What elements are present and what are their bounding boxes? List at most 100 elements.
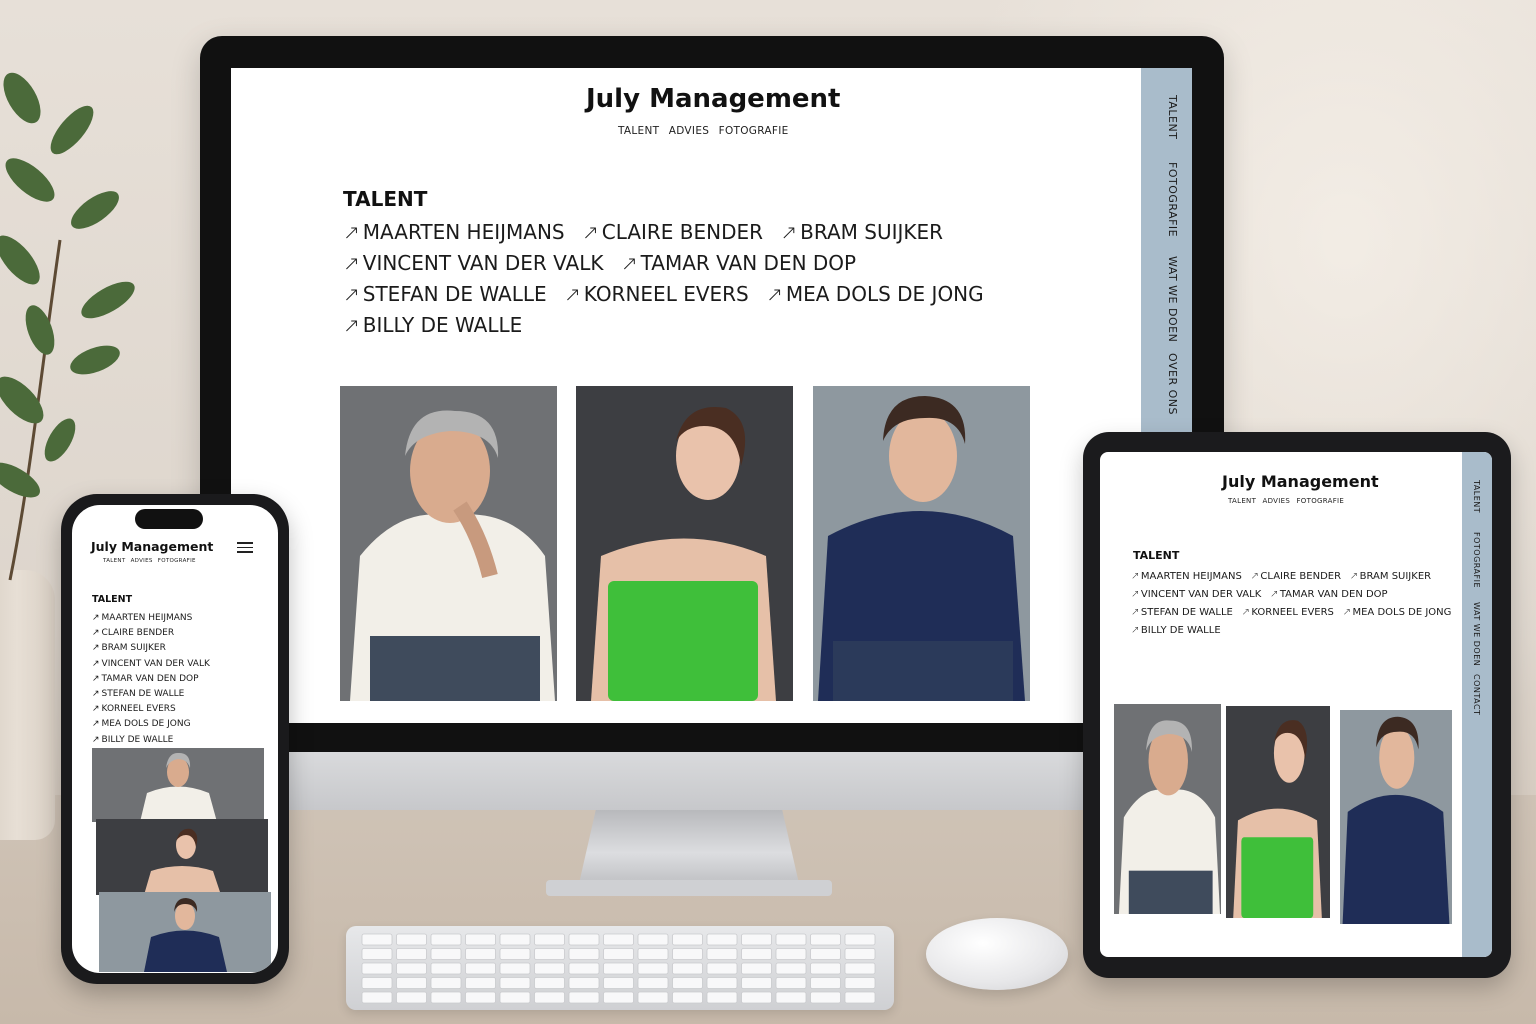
talent-list: ↗ MAARTEN HEIJMANS ↗ CLAIRE BENDER ↗ BRAM S… [92, 611, 210, 748]
talent-photo-claire[interactable] [1226, 706, 1330, 918]
keyboard-key [844, 933, 876, 946]
talent-photo-bram[interactable] [813, 386, 1030, 701]
subnav-advies[interactable]: ADVIES [1263, 497, 1291, 505]
talent-link[interactable]: ↗ MEA DOLS DE JONG [92, 717, 210, 732]
vnav-over-ons[interactable]: OVER ONS [1166, 353, 1179, 415]
talent-link[interactable]: ↗ TAMAR VAN DEN DOP [1270, 586, 1388, 604]
keyboard-key [637, 933, 669, 946]
talent-link[interactable]: ↗ CLAIRE BENDER [582, 217, 763, 248]
site-title[interactable]: July Management [91, 539, 213, 554]
subnav-fotografie[interactable]: FOTOGRAFIE [719, 125, 789, 137]
keyboard-key [672, 933, 703, 946]
talent-link[interactable]: ↗ MAARTEN HEIJMANS [343, 217, 565, 248]
subnav-talent[interactable]: TALENT [618, 125, 659, 137]
keyboard-key [603, 933, 634, 946]
mouse [926, 918, 1068, 990]
talent-photo-claire[interactable] [576, 386, 793, 701]
arrow-icon: ↗ [1131, 571, 1140, 582]
keyboard-key [672, 962, 703, 975]
talent-link[interactable]: ↗ TAMAR VAN DEN DOP [621, 248, 856, 279]
keyboard-key [430, 991, 462, 1004]
keyboard-key [568, 948, 600, 960]
keyboard-key [775, 977, 807, 989]
keyboard-key [568, 962, 600, 975]
subnav-advies[interactable]: ADVIES [669, 125, 709, 137]
keyboard-key [465, 933, 496, 946]
talent-link[interactable]: ↗ CLAIRE BENDER [1251, 568, 1342, 586]
talent-photo-bram[interactable] [99, 892, 271, 972]
talent-link[interactable]: ↗ VINCENT VAN DER VALK [92, 657, 210, 672]
imac-foot [546, 880, 832, 896]
keyboard-key [396, 962, 427, 975]
imac-stand [578, 810, 800, 888]
talent-link[interactable]: ↗ MAARTEN HEIJMANS [92, 611, 210, 626]
talent-link[interactable]: ↗ KORNEEL EVERS [1242, 604, 1334, 622]
tablet-site: July Management TALENT ADVIES FOTOGRAFIE… [1100, 452, 1492, 957]
vnav-talent[interactable]: TALENT [1472, 480, 1481, 513]
talent-link[interactable]: ↗ MEA DOLS DE JONG [766, 279, 984, 310]
keyboard-key [706, 977, 738, 989]
talent-link[interactable]: ↗ BILLY DE WALLE [92, 733, 210, 748]
talent-photo-bram[interactable] [1340, 710, 1452, 924]
keyboard-key [568, 991, 600, 1004]
talent-photo-maarten[interactable] [92, 748, 264, 822]
talent-link[interactable]: ↗ MEA DOLS DE JONG [1343, 604, 1452, 622]
arrow-icon: ↗ [1131, 589, 1140, 600]
subnav-fotografie[interactable]: FOTOGRAFIE [158, 558, 196, 564]
keyboard-key [465, 991, 496, 1004]
talent-link[interactable]: ↗ VINCENT VAN DER VALK [1131, 586, 1261, 604]
keyboard-key [706, 991, 738, 1004]
keyboard-key [430, 977, 462, 989]
vnav-fotografie[interactable]: FOTOGRAFIE [1166, 162, 1179, 237]
keyboard-key [534, 933, 565, 946]
keyboard-key [810, 977, 841, 989]
talent-link[interactable]: ↗ BRAM SUIJKER [1350, 568, 1431, 586]
arrow-icon: ↗ [92, 643, 100, 654]
hamburger-menu-icon[interactable] [237, 542, 253, 553]
vnav-contact[interactable]: CONTACT [1472, 674, 1481, 715]
vnav-wat-we-doen[interactable]: WAT WE DOEN [1166, 256, 1179, 342]
keyboard-key [741, 991, 772, 1004]
vnav-talent[interactable]: TALENT [1166, 95, 1179, 139]
talent-photo-maarten[interactable] [340, 386, 557, 701]
site-title[interactable]: July Management [586, 84, 840, 114]
subnav-talent[interactable]: TALENT [103, 558, 126, 564]
keyboard-key [844, 962, 876, 975]
talent-link[interactable]: ↗ STEFAN DE WALLE [1131, 604, 1233, 622]
keyboard-key [499, 977, 531, 989]
keyboard-key [396, 991, 427, 1004]
arrow-icon: ↗ [92, 734, 100, 745]
talent-link[interactable]: ↗ BILLY DE WALLE [1131, 622, 1221, 640]
keyboard-key [430, 933, 462, 946]
talent-link[interactable]: ↗ CLAIRE BENDER [92, 626, 210, 641]
site-title[interactable]: July Management [1222, 472, 1379, 491]
vnav-fotografie[interactable]: FOTOGRAFIE [1472, 532, 1481, 588]
subnav-advies[interactable]: ADVIES [131, 558, 153, 564]
talent-link[interactable]: ↗ TAMAR VAN DEN DOP [92, 672, 210, 687]
keyboard-key [603, 948, 634, 960]
talent-link[interactable]: ↗ VINCENT VAN DER VALK [343, 248, 603, 279]
talent-link[interactable]: ↗ STEFAN DE WALLE [92, 687, 210, 702]
talent-photo-claire[interactable] [96, 819, 268, 895]
keyboard-key [361, 962, 393, 975]
talent-link[interactable]: ↗ MAARTEN HEIJMANS [1131, 568, 1242, 586]
arrow-icon: ↗ [343, 313, 360, 337]
subnav-talent[interactable]: TALENT [1228, 497, 1256, 505]
keyboard-key [844, 991, 876, 1004]
talent-link[interactable]: ↗ KORNEEL EVERS [564, 279, 749, 310]
talent-link[interactable]: ↗ STEFAN DE WALLE [343, 279, 547, 310]
arrow-icon: ↗ [620, 251, 638, 275]
subnav-fotografie[interactable]: FOTOGRAFIE [1296, 497, 1344, 505]
talent-link[interactable]: ↗ BRAM SUIJKER [92, 641, 210, 656]
keyboard-key [534, 991, 565, 1004]
talent-link[interactable]: ↗ BRAM SUIJKER [780, 217, 943, 248]
talent-link[interactable]: ↗ BILLY DE WALLE [343, 310, 522, 341]
talent-photo-maarten[interactable] [1114, 704, 1221, 914]
arrow-icon: ↗ [343, 251, 360, 275]
talent-heading: TALENT [1133, 549, 1180, 562]
keyboard-key [672, 991, 703, 1004]
site-subnav: TALENT ADVIES FOTOGRAFIE [618, 125, 794, 137]
keyboard-key [534, 977, 565, 989]
talent-link[interactable]: ↗ KORNEEL EVERS [92, 702, 210, 717]
vnav-wat-we-doen[interactable]: WAT WE DOEN [1472, 602, 1481, 666]
